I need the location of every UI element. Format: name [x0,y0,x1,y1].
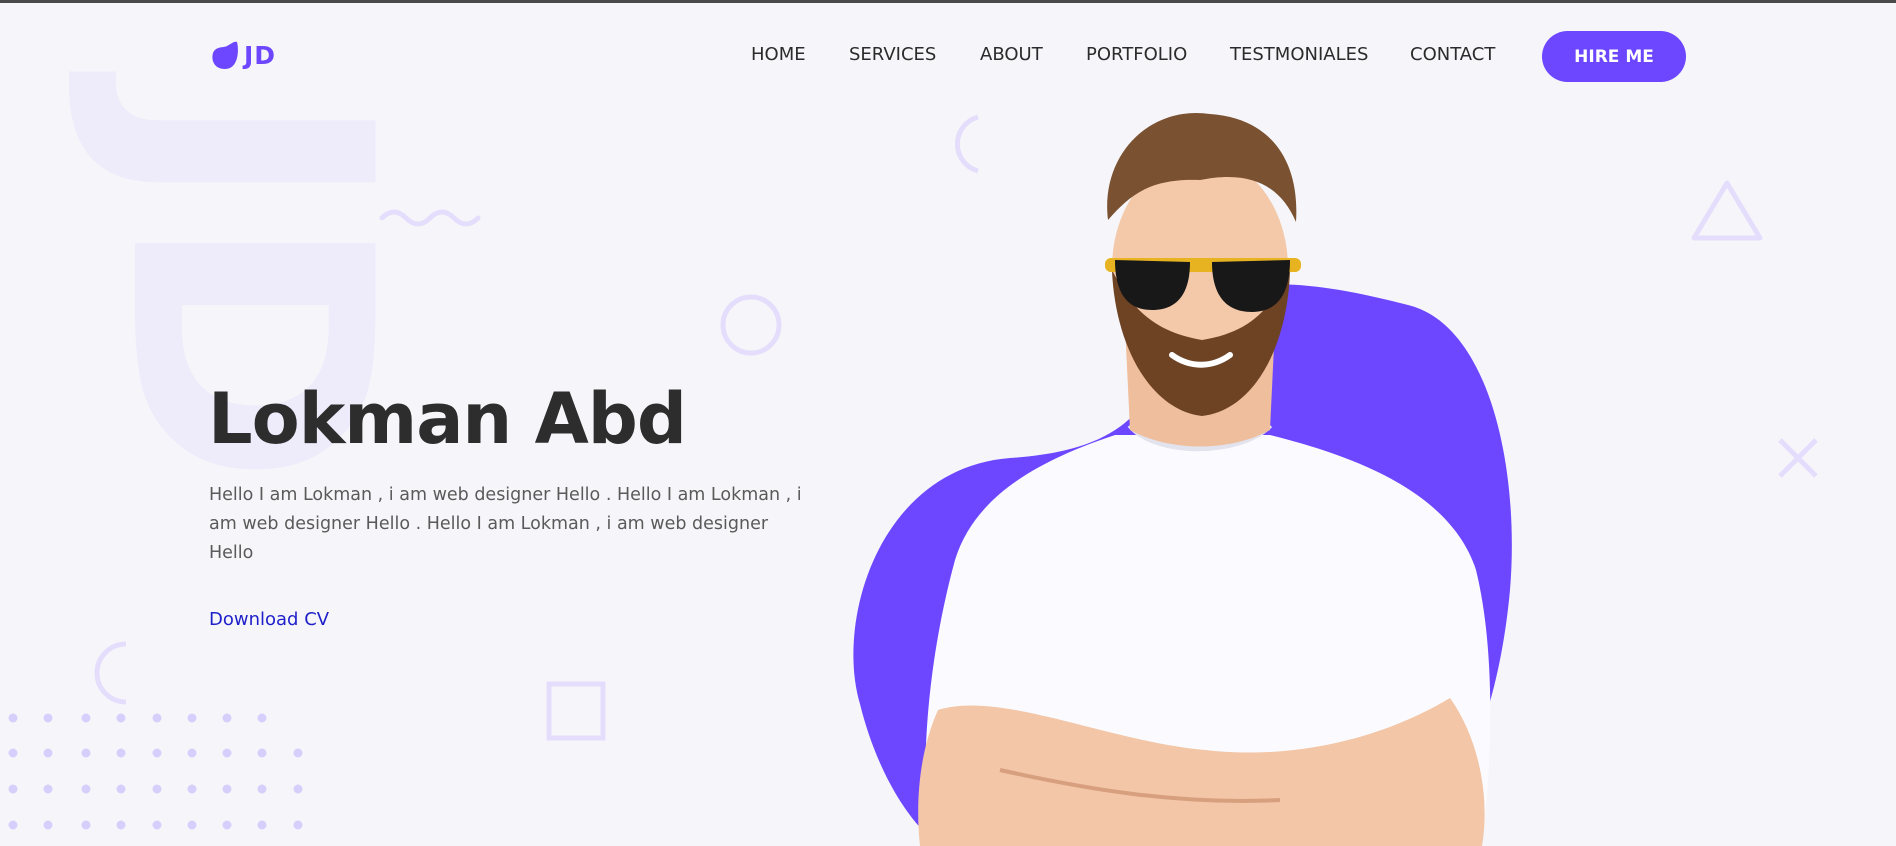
triangle-outline-icon [1691,180,1763,241]
hero-portrait [853,112,1512,846]
hero-name: Lokman Abd [208,378,687,460]
dot [43,784,53,794]
dot [116,748,126,758]
dot [81,748,91,758]
square-outline-icon [546,681,606,741]
close-icon [1778,438,1818,478]
dot [81,713,91,723]
dot [8,784,18,794]
dot [222,820,232,830]
top-border [0,0,1896,3]
dot [43,820,53,830]
dot [187,820,197,830]
dot [187,748,197,758]
dot [187,713,197,723]
dot [43,748,53,758]
half-circle-icon [94,641,127,705]
nav-item-services[interactable]: SERVICES [849,44,936,65]
dot [152,713,162,723]
dot [8,713,18,723]
download-cv-link[interactable]: Download CV [209,609,329,630]
dot [152,748,162,758]
dot [116,784,126,794]
dot [187,784,197,794]
nav-item-about[interactable]: ABOUT [980,44,1043,65]
dot [222,784,232,794]
nav-item-testimonials[interactable]: TESTMONIALES [1230,44,1368,65]
dot [257,748,267,758]
dot-grid [8,713,303,830]
nav-item-contact[interactable]: CONTACT [1410,44,1495,65]
dot [222,713,232,723]
dot [293,784,303,794]
circle-outline-icon [720,294,782,356]
dot [293,748,303,758]
dot [43,713,53,723]
dot [293,820,303,830]
dot [152,784,162,794]
dot [257,820,267,830]
dot [116,713,126,723]
dot [222,748,232,758]
dot [8,748,18,758]
dot [152,820,162,830]
dot [257,713,267,723]
nav-item-home[interactable]: HOME [751,44,806,65]
dot [81,784,91,794]
wave-icon [379,209,481,227]
dot [8,820,18,830]
dot [81,820,91,830]
nav-item-portfolio[interactable]: PORTFOLIO [1086,44,1187,65]
dot [116,820,126,830]
dot [257,784,267,794]
hero-description: Hello I am Lokman , i am web designer He… [209,485,802,563]
hire-me-button[interactable]: HIRE ME [1542,31,1686,82]
